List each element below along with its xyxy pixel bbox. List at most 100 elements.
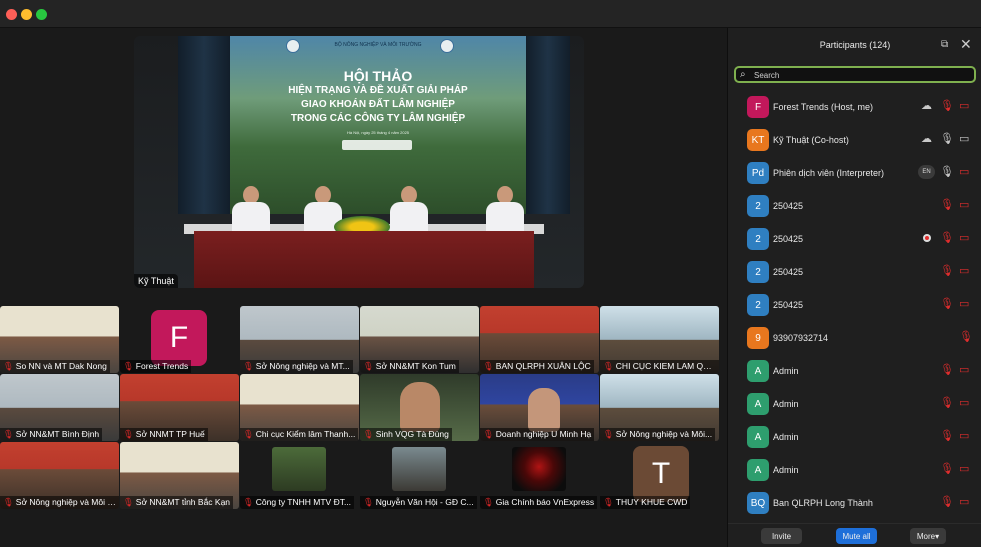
mic-muted-icon[interactable]: 🎙 [959,331,973,343]
video-off-icon[interactable]: ▭ [959,166,969,178]
participant-row[interactable]: A Admin 🎙 ▭ [728,354,981,387]
video-off-icon[interactable]: ▭ [959,364,969,376]
close-window-button[interactable] [6,9,17,20]
avatar: F [151,310,207,366]
participant-row[interactable]: 9 93907932714 🎙 [728,321,981,354]
gallery-tile[interactable]: 🎙 Sinh VQG Tà Đùng [360,374,479,441]
participant-name: Admin [773,465,799,475]
tile-label: 🎙 Sở NNMT TP Huế [120,428,208,441]
mic-muted-icon: 🎙 [243,497,254,507]
gallery-tile[interactable]: 🎙 Chi cục Kiểm lâm Thanh... [240,374,359,441]
tile-label: 🎙 BAN QLRPH XUÂN LỘC [480,360,594,373]
recording-icon [923,234,931,242]
participant-name: Kỹ Thuật (Co-host) [773,135,849,145]
gallery-tile[interactable]: 🎙 Sở NN&MT tỉnh Bắc Kạn [120,442,239,509]
participant-row[interactable]: Pd Phiên dịch viên (Interpreter) EN 🎙 ▭ [728,156,981,189]
mic-muted-icon: 🎙 [363,429,374,439]
gallery-tile[interactable]: 🎙 Sở Nông nghiệp và Môi... [600,374,719,441]
gallery-tile[interactable]: F 🎙 Forest Trends [120,306,239,373]
video-off-icon[interactable]: ▭ [959,265,969,277]
gallery-tile[interactable]: 🎙 Gia Chính báo VnExpress [480,442,599,509]
avatar: 9 [747,327,769,349]
video-off-icon[interactable]: ▭ [959,100,969,112]
close-icon[interactable]: ✕ [960,37,972,51]
mic-muted-icon[interactable]: 🎙 [940,430,954,442]
video-icon[interactable]: ▭ [959,133,969,145]
mic-muted-icon: 🎙 [123,429,134,439]
participant-row[interactable]: KT Kỹ Thuật (Co-host) ☁ 🎙 ▭ [728,123,981,156]
search-field[interactable]: ⌕ [734,66,976,83]
maximize-window-button[interactable] [36,9,47,20]
participant-row[interactable]: 2 250425 🎙 ▭ [728,222,981,255]
gallery-tile[interactable]: 🎙 Sở NN&MT Kon Tum [360,306,479,373]
tile-label: 🎙 Sở NN&MT tỉnh Bắc Kạn [120,496,234,509]
avatar: 2 [747,294,769,316]
participant-face [528,388,560,432]
participant-row[interactable]: F Forest Trends (Host, me) ☁ 🎙 ▭ [728,90,981,123]
participant-row[interactable]: 2 250425 🎙 ▭ [728,189,981,222]
gallery-tile[interactable]: 🎙 CHI CỤC KIEM LAM QU... [600,306,719,373]
gallery-tile[interactable]: 🎙 Doanh nghiệp U Minh Hạ [480,374,599,441]
minimize-window-button[interactable] [21,9,32,20]
mute-all-button[interactable]: Mute all [836,528,877,544]
video-off-icon[interactable]: ▭ [959,232,969,244]
video-off-icon[interactable]: ▭ [959,496,969,508]
mic-muted-icon[interactable]: 🎙 [940,496,954,508]
curtain-left [178,36,230,214]
mic-muted-icon: 🎙 [603,429,614,439]
participant-row[interactable]: A Admin 🎙 ▭ [728,387,981,420]
participant-name: 250425 [773,234,804,244]
gallery-tile[interactable]: 🎙 Sở NN&MT Bình Định [0,374,119,441]
gallery-tile[interactable]: 🎙 Công ty TNHH MTV ĐT... [240,442,359,509]
mic-muted-icon[interactable]: 🎙 [940,463,954,475]
gallery-tile[interactable]: 🎙 So NN và MT Dak Nong [0,306,119,373]
gallery-tile[interactable]: T 🎙 THUY KHUE CWD [600,442,719,509]
popout-icon[interactable]: ⧉ [941,39,952,50]
avatar: T [633,446,689,502]
video-off-icon[interactable]: ▭ [959,463,969,475]
video-off-icon[interactable]: ▭ [959,199,969,211]
gallery-tile[interactable]: 🎙 Sở NNMT TP Huế [120,374,239,441]
mic-icon[interactable]: 🎙 [940,133,954,145]
avatar: Pd [747,162,769,184]
banner-title: HỘI THẢO [343,68,413,84]
mic-muted-icon: 🎙 [3,497,14,507]
mic-muted-icon[interactable]: 🎙 [940,397,954,409]
video-off-icon[interactable]: ▭ [959,298,969,310]
participant-name: Ban QLRPH Long Thành [773,498,873,508]
video-off-icon[interactable]: ▭ [959,430,969,442]
panelist [390,186,428,234]
invite-button[interactable]: Invite [761,528,802,544]
panelist [232,186,270,234]
tile-label: 🎙 Sở NN&MT Kon Tum [360,360,459,373]
avatar: BQ [747,492,769,514]
tile-label: 🎙 Sở Nông nghiệp và Môi t... [0,496,119,509]
mic-icon[interactable]: 🎙 [940,166,954,178]
gallery-tile[interactable]: 🎙 Sở Nông nghiệp và Môi t... [0,442,119,509]
mic-muted-icon[interactable]: 🎙 [940,232,954,244]
mic-muted-icon[interactable]: 🎙 [940,298,954,310]
video-off-icon[interactable]: ▭ [959,397,969,409]
tile-label: 🎙 CHI CỤC KIEM LAM QU... [600,360,719,373]
mic-muted-icon: 🎙 [483,361,494,371]
participant-row[interactable]: A Admin 🎙 ▭ [728,420,981,453]
participant-name: Forest Trends (Host, me) [773,102,874,112]
gallery-tile[interactable]: 🎙 BAN QLRPH XUÂN LỘC [480,306,599,373]
mic-muted-icon[interactable]: 🎙 [940,199,954,211]
participant-row[interactable]: A Admin 🎙 ▭ [728,453,981,486]
more-button[interactable]: More▾ [910,528,946,544]
gallery-tile[interactable]: 🎙 Sở Nông nghiệp và MT... [240,306,359,373]
mic-muted-icon[interactable]: 🎙 [940,364,954,376]
mic-muted-icon[interactable]: 🎙 [940,100,954,112]
cloud-icon: ☁ [921,100,932,112]
participant-row[interactable]: 2 250425 🎙 ▭ [728,288,981,321]
search-input[interactable] [754,69,964,81]
gallery-tile[interactable]: 🎙 Nguyễn Văn Hội - GĐ C... [360,442,479,509]
video-stage: BỘ NÔNG NGHIỆP VÀ MÔI TRƯỜNG HỘI THẢO HI… [0,28,726,547]
mic-muted-icon[interactable]: 🎙 [940,265,954,277]
active-speaker-video[interactable]: BỘ NÔNG NGHIỆP VÀ MÔI TRƯỜNG HỘI THẢO HI… [134,36,584,288]
participant-row[interactable]: BQ Ban QLRPH Long Thành 🎙 ▭ [728,486,981,519]
tile-label: 🎙 THUY KHUE CWD [600,496,691,509]
banner-subtitle: HIỆN TRẠNG VÀ ĐỀ XUẤT GIẢI PHÁP GIAO KHO… [288,85,468,124]
participant-row[interactable]: 2 250425 🎙 ▭ [728,255,981,288]
